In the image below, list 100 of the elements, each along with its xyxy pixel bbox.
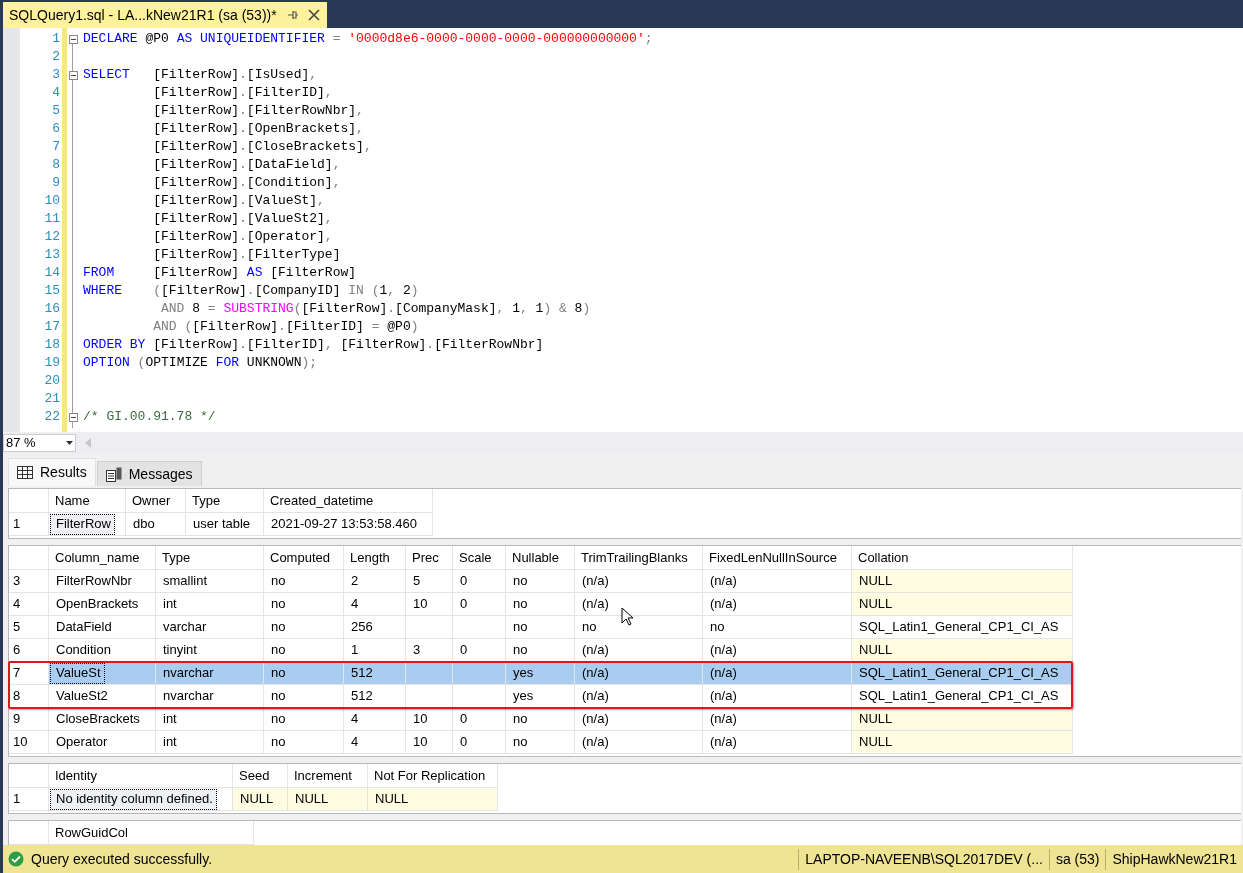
table-cell[interactable]: 10 (406, 593, 453, 616)
table-cell[interactable]: 2021-09-27 13:53:58.460 (264, 513, 433, 536)
table-cell[interactable]: 0 (453, 731, 506, 754)
success-icon (8, 851, 24, 867)
table-cell[interactable]: (n/a) (703, 593, 852, 616)
code-line: SELECT [FilterRow].[IsUsed], (83, 67, 318, 82)
code-line: ORDER BY [FilterRow].[FilterID], [FilterRow].[FilterRowNbr] (83, 337, 544, 352)
table-cell[interactable]: dbo (126, 513, 186, 536)
table-cell[interactable]: 4 (344, 708, 406, 731)
line-number: 19 (44, 354, 60, 372)
collapse-icon[interactable] (68, 412, 78, 422)
table-cell[interactable]: 10 (406, 708, 453, 731)
table-cell[interactable]: (n/a) (575, 593, 703, 616)
table-cell[interactable]: no (703, 616, 852, 639)
mouse-pointer-icon (621, 607, 634, 627)
line-number: 14 (44, 264, 60, 282)
table-cell[interactable]: varchar (156, 616, 264, 639)
table-cell[interactable]: (n/a) (703, 731, 852, 754)
tab-title: SQLQuery1.sql - LA...kNew21R1 (sa (53))* (9, 5, 277, 25)
table-cell[interactable]: no (264, 662, 344, 685)
zoom-dropdown[interactable]: 87 % (3, 434, 76, 452)
table-cell[interactable]: no (506, 570, 575, 593)
code-line: [FilterRow].[OpenBrackets], (152, 121, 364, 136)
code-line: /* GI.00.91.78 */ (83, 409, 216, 424)
table-cell[interactable]: No identity column defined. (49, 788, 233, 811)
code-line: [FilterRow].[DataField], (152, 157, 341, 172)
table-cell[interactable]: 256 (344, 616, 406, 639)
line-number: 18 (44, 336, 60, 354)
table-cell[interactable]: (n/a) (575, 731, 703, 754)
code-line: [FilterRow].[Operator], (152, 229, 333, 244)
results-tab[interactable]: Results (8, 458, 96, 486)
code-line: [FilterRow].[FilterRowNbr], (152, 103, 364, 118)
collapse-icon[interactable] (68, 70, 78, 80)
line-number: 16 (44, 300, 60, 318)
table-cell[interactable]: (n/a) (575, 570, 703, 593)
table-cell[interactable]: SQL_Latin1_General_CP1_CI_AS (852, 662, 1073, 685)
table-cell[interactable]: (n/a) (703, 708, 852, 731)
table-cell[interactable]: Operator (49, 731, 156, 754)
status-text: LAPTOP-NAVEENB\SQL2017DEV (... (798, 848, 1049, 870)
line-number: 4 (52, 84, 60, 102)
table-cell[interactable]: smallint (156, 570, 264, 593)
document-tab[interactable]: SQLQuery1.sql - LA...kNew21R1 (sa (53))* (3, 2, 327, 28)
table-cell[interactable]: FilterRow (49, 513, 126, 536)
table-cell[interactable]: no (264, 593, 344, 616)
table-cell[interactable]: no (506, 616, 575, 639)
dropdown-arrow-icon[interactable] (66, 441, 73, 445)
table-cell[interactable]: (n/a) (575, 708, 703, 731)
table-cell[interactable]: 5 (406, 570, 453, 593)
table-cell[interactable]: 2 (344, 570, 406, 593)
line-number: 6 (52, 120, 60, 138)
table-cell[interactable]: NULL (852, 639, 1073, 662)
table-cell[interactable]: int (156, 593, 264, 616)
table-cell[interactable]: 0 (453, 593, 506, 616)
table-cell[interactable]: OpenBrackets (49, 593, 156, 616)
collapse-icon[interactable] (68, 34, 78, 44)
code-line: WHERE ([FilterRow].[CompanyID] IN (1, 2) (83, 283, 419, 298)
table-cell[interactable]: (n/a) (703, 570, 852, 593)
table-cell[interactable]: SQL_Latin1_General_CP1_CI_AS (852, 616, 1073, 639)
table-cell[interactable]: no (506, 731, 575, 754)
table-cell[interactable]: NULL (852, 593, 1073, 616)
code-line: FROM [FilterRow] AS [FilterRow] (83, 265, 357, 280)
corner-cell (9, 489, 49, 513)
table-cell[interactable]: NULL (368, 788, 498, 811)
table-cell[interactable]: (n/a) (703, 662, 852, 685)
table-cell[interactable]: 0 (453, 570, 506, 593)
table-cell[interactable]: yes (506, 662, 575, 685)
code-line: [FilterRow].[ValueSt2], (152, 211, 333, 226)
table-cell[interactable]: user table (186, 513, 264, 536)
table-cell[interactable]: DataField (49, 616, 156, 639)
table-cell[interactable]: 4 (344, 731, 406, 754)
table-cell[interactable]: 10 (406, 731, 453, 754)
table-cell[interactable]: NULL (288, 788, 368, 811)
table-cell[interactable]: no (264, 570, 344, 593)
table-cell[interactable]: 4 (344, 593, 406, 616)
table-cell[interactable]: (n/a) (575, 662, 703, 685)
results-tab[interactable]: Messages (96, 461, 202, 486)
table-cell[interactable]: no (264, 731, 344, 754)
table-cell[interactable]: nvarchar (156, 662, 264, 685)
table-cell[interactable]: int (156, 708, 264, 731)
table-cell[interactable]: FilterRowNbr (49, 570, 156, 593)
line-number: 11 (44, 210, 60, 228)
line-number: 17 (44, 318, 60, 336)
table-cell[interactable]: no (575, 616, 703, 639)
table-cell[interactable]: 512 (344, 662, 406, 685)
close-icon[interactable] (306, 8, 321, 22)
table-cell[interactable]: no (506, 708, 575, 731)
table-cell[interactable]: ValueSt (49, 662, 156, 685)
table-cell[interactable]: CloseBrackets (49, 708, 156, 731)
table-cell[interactable]: NULL (233, 788, 288, 811)
table-cell[interactable]: no (506, 593, 575, 616)
table-cell[interactable]: 0 (453, 708, 506, 731)
line-number: 9 (52, 174, 60, 192)
line-number: 1 (52, 30, 60, 48)
table-cell[interactable]: no (264, 708, 344, 731)
table-cell[interactable]: NULL (852, 731, 1073, 754)
table-cell[interactable]: NULL (852, 708, 1073, 731)
code-line: [FilterRow].[ValueSt], (152, 193, 325, 208)
table-cell[interactable]: NULL (852, 570, 1073, 593)
table-cell[interactable]: int (156, 731, 264, 754)
table-cell[interactable]: no (264, 616, 344, 639)
